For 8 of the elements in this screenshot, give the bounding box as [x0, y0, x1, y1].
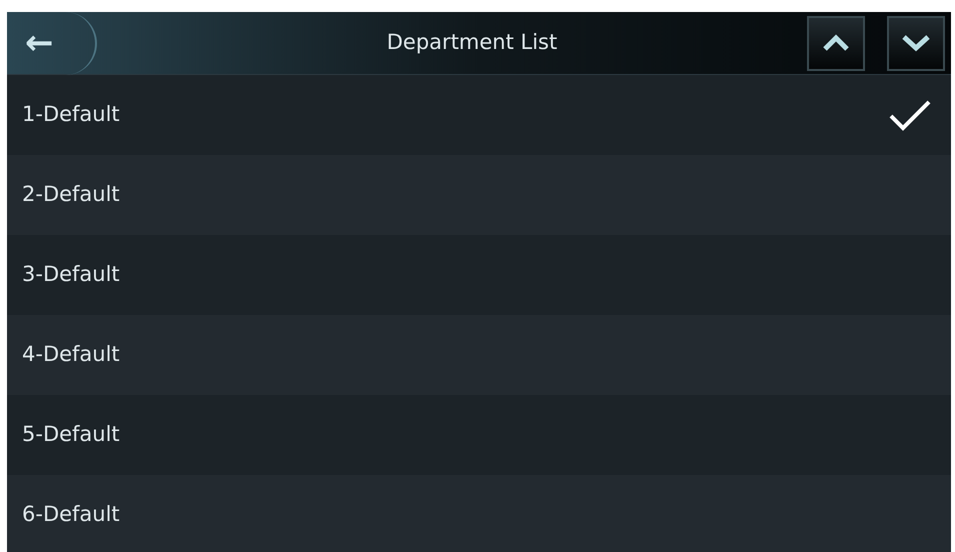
list-item[interactable]: 6-Default — [7, 475, 951, 552]
list-item[interactable]: 4-Default — [7, 315, 951, 395]
chevron-down-icon — [900, 33, 932, 53]
screen-title: Department List — [386, 29, 558, 56]
scroll-up-button[interactable] — [807, 16, 865, 70]
chevron-up-icon — [821, 33, 851, 53]
list-item[interactable]: 2-Default — [7, 155, 951, 235]
scroll-down-button[interactable] — [887, 16, 945, 70]
